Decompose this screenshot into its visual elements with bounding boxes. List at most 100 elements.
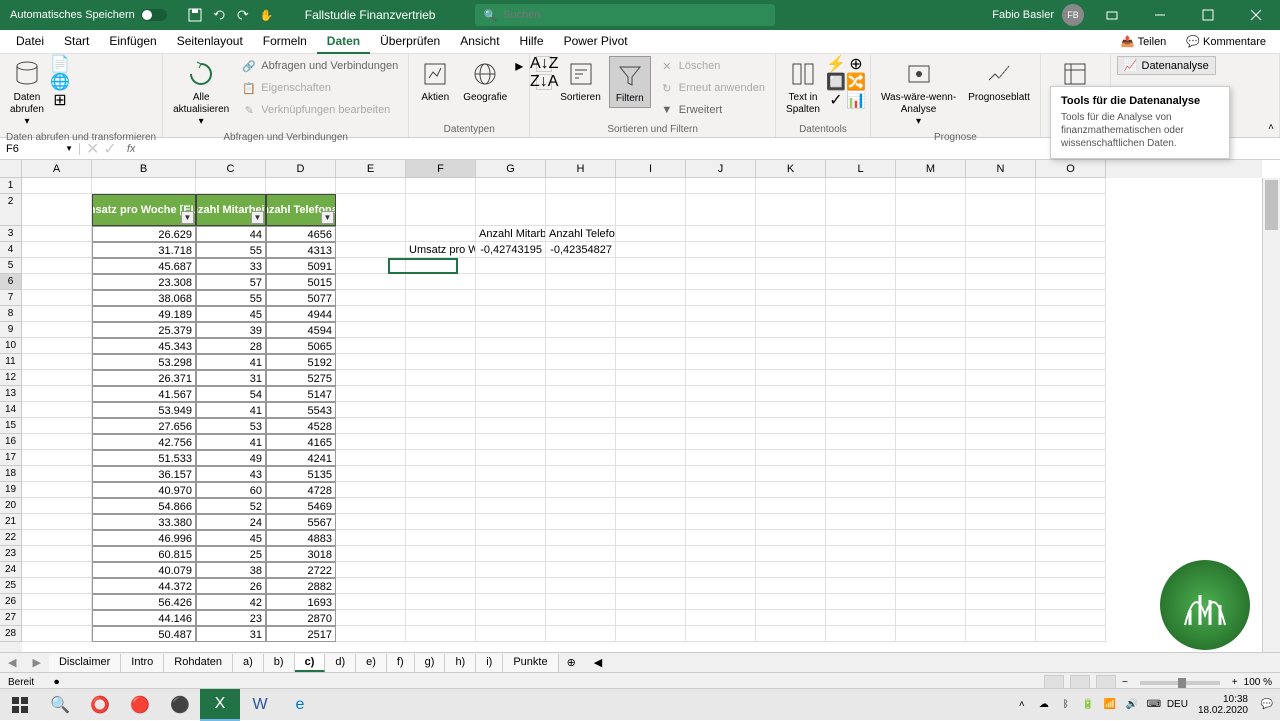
cell[interactable]: 44 — [196, 226, 266, 242]
cell[interactable] — [686, 482, 756, 498]
cell[interactable] — [406, 306, 476, 322]
cell[interactable]: Umsatz pro W — [406, 242, 476, 258]
row-header-11[interactable]: 11 — [0, 354, 22, 370]
cell[interactable] — [756, 578, 826, 594]
cell[interactable] — [22, 514, 92, 530]
cell[interactable] — [266, 178, 336, 194]
zoom-out-icon[interactable]: − — [1122, 677, 1128, 688]
cell[interactable]: 33 — [196, 258, 266, 274]
redo-icon[interactable] — [235, 7, 251, 23]
cell[interactable] — [756, 450, 826, 466]
tab-formeln[interactable]: Formeln — [253, 30, 317, 54]
cell[interactable]: 50.487 — [92, 626, 196, 642]
cell[interactable] — [966, 306, 1036, 322]
cell[interactable] — [406, 450, 476, 466]
cell[interactable] — [336, 370, 406, 386]
cell[interactable] — [336, 466, 406, 482]
share-button[interactable]: 📤 Teilen — [1113, 33, 1174, 50]
cell[interactable] — [616, 402, 686, 418]
cell[interactable] — [826, 450, 896, 466]
sheet-tab-Disclaimer[interactable]: Disclaimer — [49, 654, 121, 672]
touch-mode-icon[interactable]: ✋ — [259, 7, 275, 23]
cell[interactable] — [476, 530, 546, 546]
tab-power pivot[interactable]: Power Pivot — [554, 30, 638, 54]
cell[interactable]: 24 — [196, 514, 266, 530]
cell[interactable] — [966, 226, 1036, 242]
cell[interactable] — [966, 498, 1036, 514]
cell[interactable] — [1036, 450, 1106, 466]
tab-hilfe[interactable]: Hilfe — [510, 30, 554, 54]
cell[interactable] — [406, 498, 476, 514]
cell[interactable] — [336, 242, 406, 258]
tab-überprüfen[interactable]: Überprüfen — [370, 30, 450, 54]
col-header-D[interactable]: D — [266, 160, 336, 178]
cell[interactable] — [686, 498, 756, 514]
cell[interactable] — [896, 562, 966, 578]
cell[interactable]: 41 — [196, 434, 266, 450]
cell[interactable] — [616, 578, 686, 594]
onedrive-icon[interactable]: ☁ — [1035, 696, 1053, 714]
scroll-thumb[interactable] — [1265, 180, 1278, 230]
cell[interactable] — [756, 194, 826, 226]
cell[interactable] — [546, 354, 616, 370]
row-header-25[interactable]: 25 — [0, 578, 22, 594]
cell[interactable]: 41 — [196, 354, 266, 370]
cell[interactable] — [686, 306, 756, 322]
cell[interactable] — [22, 194, 92, 226]
row-header-26[interactable]: 26 — [0, 594, 22, 610]
queries-connections-button[interactable]: 🔗Abfragen und Verbindungen — [237, 56, 402, 76]
add-sheet-button[interactable]: ⊕ — [559, 656, 584, 669]
cell[interactable] — [406, 258, 476, 274]
cell[interactable] — [336, 594, 406, 610]
minimize-icon[interactable] — [1140, 0, 1180, 30]
cell[interactable] — [22, 338, 92, 354]
cell[interactable] — [826, 322, 896, 338]
cell[interactable] — [756, 402, 826, 418]
cell[interactable]: 4883 — [266, 530, 336, 546]
cell[interactable] — [826, 562, 896, 578]
cell[interactable]: 25 — [196, 546, 266, 562]
cell[interactable] — [896, 610, 966, 626]
cell[interactable]: 1693 — [266, 594, 336, 610]
cell[interactable] — [896, 578, 966, 594]
row-header-5[interactable]: 5 — [0, 258, 22, 274]
cell[interactable]: 28 — [196, 338, 266, 354]
vertical-scrollbar[interactable] — [1262, 178, 1280, 652]
cell[interactable]: 31 — [196, 626, 266, 642]
cell[interactable] — [616, 178, 686, 194]
row-header-20[interactable]: 20 — [0, 498, 22, 514]
cell[interactable] — [616, 466, 686, 482]
cell[interactable] — [826, 242, 896, 258]
cell[interactable] — [1036, 370, 1106, 386]
cell[interactable] — [756, 290, 826, 306]
battery-icon[interactable]: 🔋 — [1079, 696, 1097, 714]
cell[interactable] — [22, 306, 92, 322]
cell[interactable]: 40.970 — [92, 482, 196, 498]
row-header-24[interactable]: 24 — [0, 562, 22, 578]
macro-record-icon[interactable]: ⏺ — [54, 677, 59, 688]
cell[interactable] — [826, 306, 896, 322]
cell[interactable] — [826, 274, 896, 290]
cell[interactable]: 4241 — [266, 450, 336, 466]
notifications-icon[interactable]: 💬 — [1258, 696, 1276, 714]
col-header-E[interactable]: E — [336, 160, 406, 178]
select-all-corner[interactable] — [0, 160, 22, 178]
cell[interactable]: 44.146 — [92, 610, 196, 626]
cell[interactable]: 41 — [196, 402, 266, 418]
data-model-icon[interactable]: 📊 — [848, 92, 864, 108]
col-header-C[interactable]: C — [196, 160, 266, 178]
cell[interactable] — [22, 594, 92, 610]
cell[interactable] — [966, 402, 1036, 418]
zoom-in-icon[interactable]: + — [1232, 677, 1238, 688]
cell[interactable] — [406, 386, 476, 402]
col-header-G[interactable]: G — [476, 160, 546, 178]
cell[interactable] — [616, 514, 686, 530]
cells[interactable]: Umsatz pro Woche [EUR]▼Anzahl Mitarbeite… — [22, 178, 1262, 652]
obs-icon[interactable]: ⚫ — [160, 689, 200, 721]
cell[interactable]: 4656 — [266, 226, 336, 242]
cell[interactable] — [896, 546, 966, 562]
sheet-tab-f)[interactable]: f) — [387, 654, 415, 672]
cell[interactable] — [686, 226, 756, 242]
sheet-tab-b)[interactable]: b) — [264, 654, 295, 672]
cell[interactable]: 5543 — [266, 402, 336, 418]
